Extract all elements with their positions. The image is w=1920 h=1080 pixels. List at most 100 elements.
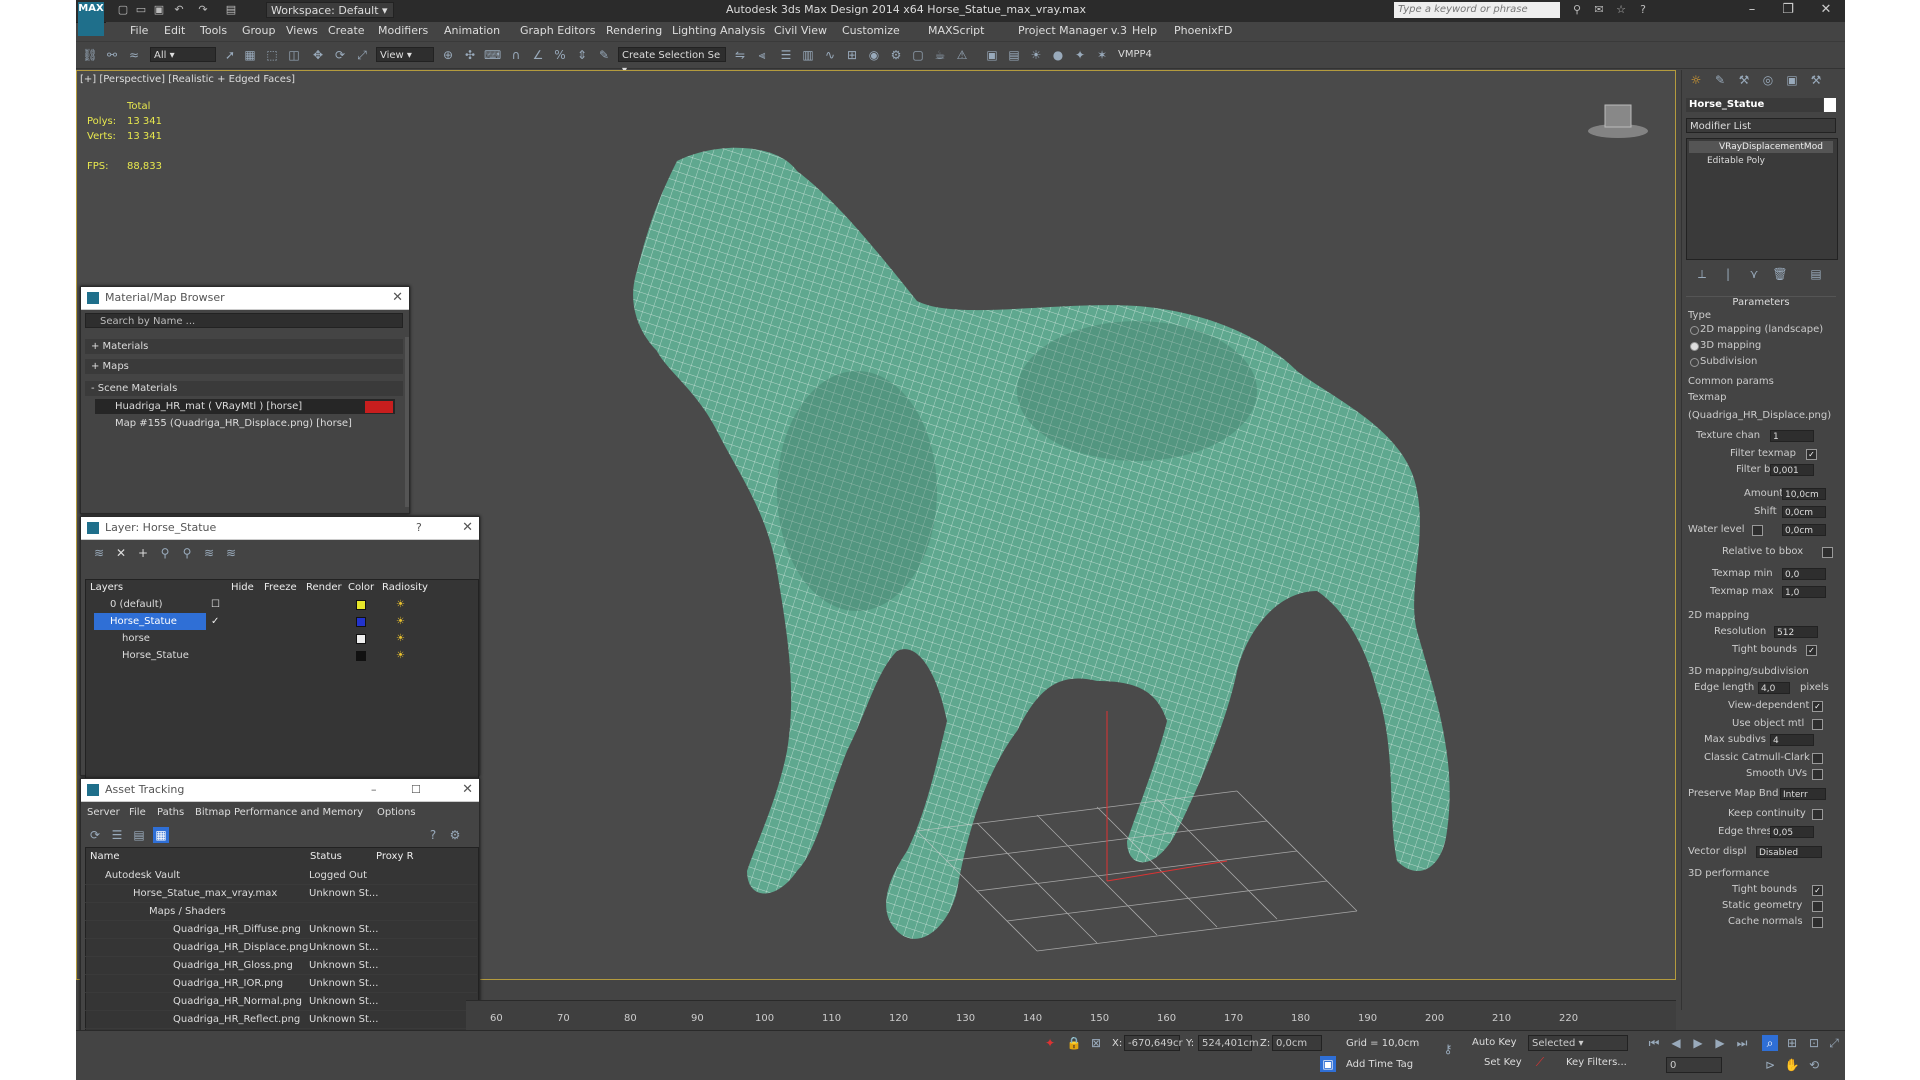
layer-row[interactable]: 0 (default) ☐ ☀ bbox=[86, 596, 478, 613]
redo-icon[interactable]: ↷ bbox=[196, 3, 210, 17]
communication-center-icon[interactable]: ✉ bbox=[1592, 3, 1606, 17]
section-materials[interactable]: + Materials bbox=[85, 339, 403, 354]
timeline[interactable]: 60 70 80 90 100 110 120 130 140 150 160 … bbox=[466, 1000, 1676, 1031]
zoom-all-icon[interactable]: ⊞ bbox=[1784, 1035, 1800, 1051]
menu-edit[interactable]: Edit bbox=[164, 24, 185, 37]
select-by-name-icon[interactable]: ▦ bbox=[242, 47, 258, 63]
texture-chan-field[interactable]: 1 bbox=[1770, 430, 1814, 442]
isolate-selection-icon[interactable]: ✦ bbox=[1042, 1035, 1058, 1051]
zoom-extents-icon[interactable]: ⊡ bbox=[1806, 1035, 1822, 1051]
add-to-layer-icon[interactable]: + bbox=[135, 545, 151, 561]
snap-toggle-icon[interactable]: ∩ bbox=[508, 47, 524, 63]
menu-phoenixfd[interactable]: PhoenixFD bbox=[1174, 24, 1232, 37]
resolution-field[interactable]: 512 bbox=[1774, 626, 1818, 638]
texmap-button[interactable]: (Quadriga_HR_Displace.png) bbox=[1688, 410, 1831, 421]
menu-rendering[interactable]: Rendering bbox=[606, 24, 662, 37]
go-to-start-icon[interactable]: ⏮ bbox=[1646, 1035, 1662, 1051]
col-hide[interactable]: Hide bbox=[231, 582, 254, 593]
modifier-vray-displacement[interactable]: VRayDisplacementMod bbox=[1689, 141, 1833, 153]
asset-row[interactable]: Horse_Statue_max_vray.max Unknown St... bbox=[85, 885, 477, 903]
keyword-search-input[interactable]: Type a keyword or phrase bbox=[1394, 2, 1560, 18]
asset-row[interactable]: Autodesk Vault Logged Out bbox=[85, 867, 477, 885]
asset-tracking-titlebar[interactable]: Asset Tracking – ☐ ✕ bbox=[81, 779, 479, 802]
viewcube[interactable] bbox=[1587, 101, 1649, 141]
select-move-icon[interactable]: ✥ bbox=[310, 47, 326, 63]
configure-sets-icon[interactable]: ▤ bbox=[1808, 266, 1824, 282]
help-button[interactable]: ? bbox=[416, 517, 422, 539]
modify-tab-icon[interactable]: ✎ bbox=[1712, 72, 1728, 88]
vmpp-label[interactable]: VMPP4 bbox=[1118, 49, 1152, 60]
restore-button[interactable]: ❐ bbox=[1772, 0, 1804, 20]
refresh-icon[interactable]: ⟳ bbox=[87, 827, 103, 843]
graphite-ribbon-icon[interactable]: ▥ bbox=[800, 47, 816, 63]
key-selection-dropdown[interactable]: Selected ▾ bbox=[1528, 1035, 1628, 1051]
preserve-map-dropdown[interactable]: Interr bbox=[1780, 788, 1826, 800]
menu-create[interactable]: Create bbox=[328, 24, 365, 37]
texmap-min-field[interactable]: 0,0 bbox=[1782, 568, 1826, 580]
modifier-list-dropdown[interactable]: Modifier List bbox=[1686, 118, 1836, 133]
angle-snap-icon[interactable]: ∠ bbox=[530, 47, 546, 63]
zoom-icon[interactable]: ⌕ bbox=[1762, 1035, 1778, 1051]
material-item-huadriga[interactable]: Huadriga_HR_mat ( VRayMtl ) [horse] bbox=[95, 399, 395, 414]
pivot-center-icon[interactable]: ⊕ bbox=[440, 47, 456, 63]
at-menu-server[interactable]: Server bbox=[87, 807, 120, 818]
tight-bounds2-checkbox[interactable]: ✓ bbox=[1812, 885, 1823, 896]
current-layer-checkbox[interactable]: ☐ bbox=[211, 596, 220, 613]
menu-modifiers[interactable]: Modifiers bbox=[378, 24, 428, 37]
auto-key-button[interactable]: Auto Key bbox=[1472, 1037, 1517, 1048]
x-coordinate-field[interactable]: -670,649cr bbox=[1124, 1035, 1183, 1051]
map-item-displace[interactable]: Map #155 (Quadriga_HR_Displace.png) [hor… bbox=[95, 416, 395, 431]
hierarchy-tab-icon[interactable]: ⚒ bbox=[1736, 72, 1752, 88]
radio-subdivision[interactable]: Subdivision bbox=[1700, 356, 1757, 367]
current-layer-check[interactable]: ✓ bbox=[211, 613, 219, 630]
set-key-mode-icon[interactable]: ⚷ bbox=[1440, 1041, 1456, 1057]
material-browser-scrollbar[interactable] bbox=[405, 337, 409, 507]
window-crossing-icon[interactable]: ◫ bbox=[286, 47, 302, 63]
asset-row[interactable]: Quadriga_HR_Diffuse.png Unknown St... bbox=[85, 921, 477, 939]
col-radiosity[interactable]: Radiosity bbox=[382, 582, 428, 593]
static-geometry-checkbox[interactable] bbox=[1812, 901, 1823, 912]
asset-row[interactable]: Quadriga_HR_Normal.png Unknown St... bbox=[85, 993, 477, 1011]
utilities-tab-icon[interactable]: ⚒ bbox=[1808, 72, 1824, 88]
asset-row[interactable]: Maps / Shaders bbox=[85, 903, 477, 921]
y-coordinate-field[interactable]: 524,401cm bbox=[1198, 1035, 1259, 1051]
col-freeze[interactable]: Freeze bbox=[264, 582, 297, 593]
col-name[interactable]: Name bbox=[90, 851, 120, 862]
parameters-header[interactable]: Parameters bbox=[1686, 296, 1836, 310]
radiosity-icon[interactable]: ☀ bbox=[396, 630, 405, 647]
asset-row[interactable]: Quadriga_HR_Gloss.png Unknown St... bbox=[85, 957, 477, 975]
add-time-tag[interactable]: Add Time Tag bbox=[1346, 1059, 1413, 1070]
select-object-icon[interactable]: ➚ bbox=[222, 47, 238, 63]
edge-thresh-field[interactable]: 0,05 bbox=[1770, 826, 1814, 838]
layer-row-selected[interactable]: Horse_Statue ✓ ☀ bbox=[86, 613, 478, 630]
app-logo[interactable]: MAX bbox=[78, 2, 104, 36]
render-warning-icon[interactable]: ⚠ bbox=[954, 47, 970, 63]
render-production-icon[interactable]: ☕ bbox=[932, 47, 948, 63]
table-view-icon[interactable]: ▦ bbox=[153, 827, 169, 843]
menu-group[interactable]: Group bbox=[242, 24, 276, 37]
col-status[interactable]: Status bbox=[310, 851, 342, 862]
select-manipulate-icon[interactable]: ✣ bbox=[462, 47, 478, 63]
named-selection-dropdown[interactable]: Create Selection Se ▾ bbox=[618, 47, 726, 76]
make-unique-icon[interactable]: ⋎ bbox=[1746, 266, 1762, 282]
radio-3d-icon[interactable] bbox=[1690, 342, 1699, 351]
modifier-editable-poly[interactable]: Editable Poly bbox=[1689, 155, 1833, 167]
section-scene-materials[interactable]: - Scene Materials bbox=[85, 381, 403, 396]
align-icon[interactable]: ⫷ bbox=[754, 47, 770, 63]
key-filters-button[interactable]: Key Filters... bbox=[1566, 1057, 1627, 1068]
show-end-result-icon[interactable]: | bbox=[1720, 266, 1736, 282]
keyboard-shortcut-icon[interactable]: ⌨ bbox=[484, 47, 501, 63]
lightbulb-icon[interactable]: ✦ bbox=[1072, 47, 1088, 63]
absolute-mode-icon[interactable]: ⊠ bbox=[1088, 1035, 1104, 1051]
menu-animation[interactable]: Animation bbox=[444, 24, 500, 37]
menu-graph-editors[interactable]: Graph Editors bbox=[520, 24, 596, 37]
highlight-layer-icon[interactable]: ⚲ bbox=[179, 545, 195, 561]
material-browser-titlebar[interactable]: Material/Map Browser ✕ bbox=[81, 287, 409, 310]
selection-filter-dropdown[interactable]: All ▾ bbox=[150, 47, 216, 62]
select-scale-icon[interactable]: ⤢ bbox=[354, 47, 370, 63]
menu-file[interactable]: File bbox=[130, 24, 148, 37]
time-tag-icon[interactable]: ▣ bbox=[1320, 1056, 1336, 1072]
favorites-star-icon[interactable]: ☆ bbox=[1614, 3, 1628, 17]
classic-catmull-checkbox[interactable] bbox=[1812, 753, 1823, 764]
bind-space-warp-icon[interactable]: ≈ bbox=[126, 47, 142, 63]
